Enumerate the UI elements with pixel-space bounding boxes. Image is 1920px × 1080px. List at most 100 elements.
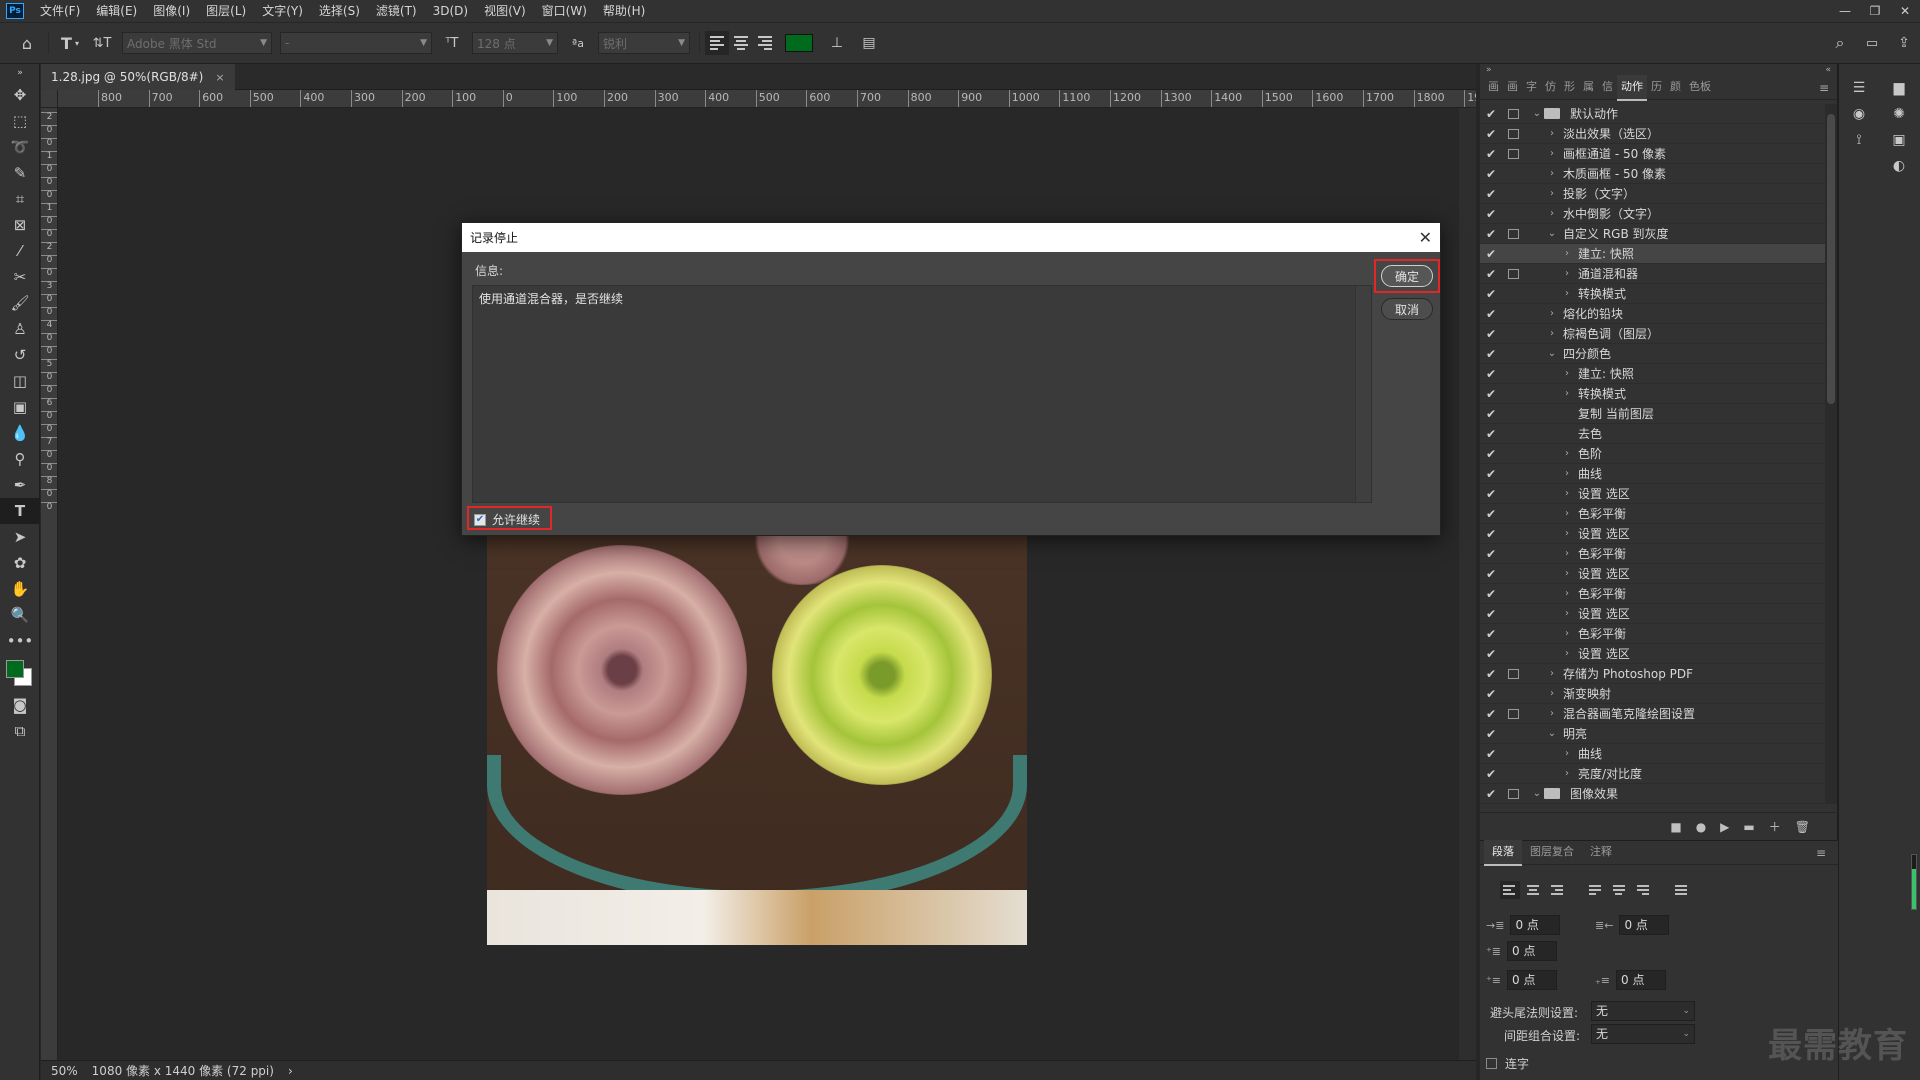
action-toggle-checkmark-icon[interactable]: ✔ [1480, 727, 1502, 741]
foreground-color[interactable] [6, 660, 24, 678]
healing-brush-tool-icon[interactable]: ✂ [0, 264, 40, 290]
dialog-toggle[interactable] [1502, 788, 1524, 799]
new-action-icon[interactable]: ＋ [1769, 818, 1781, 835]
dialog-toggle[interactable] [1502, 629, 1524, 639]
chevron-right-icon[interactable]: › [1560, 448, 1574, 459]
dialog-toggle[interactable] [1502, 549, 1524, 559]
panel-tab[interactable]: 动作 [1617, 74, 1647, 101]
new-set-icon[interactable]: ▬ [1743, 820, 1754, 834]
indent-right-input[interactable]: 0 点 [1619, 915, 1670, 935]
space-after-input[interactable]: 0 点 [1616, 970, 1667, 990]
dialog-toggle[interactable] [1502, 148, 1524, 159]
para-align-center-button[interactable] [1524, 881, 1544, 899]
justify-last-center-button[interactable] [1610, 881, 1630, 899]
frame-tool-icon[interactable]: ⊠ [0, 212, 40, 238]
share-icon[interactable]: ⇪ [1891, 30, 1917, 56]
action-row[interactable]: ✔ › 混合器画笔克隆绘图设置 [1480, 704, 1825, 724]
action-toggle-checkmark-icon[interactable]: ✔ [1480, 507, 1502, 521]
action-toggle-checkmark-icon[interactable]: ✔ [1480, 227, 1502, 241]
search-icon[interactable]: ⌕ [1827, 30, 1853, 56]
action-row[interactable]: ✔ › 色彩平衡 [1480, 584, 1825, 604]
brush-tool-icon[interactable]: 🖌 [0, 290, 40, 316]
action-toggle-checkmark-icon[interactable]: ✔ [1480, 547, 1502, 561]
action-row[interactable]: ✔ › 建立: 快照 [1480, 364, 1825, 384]
dialog-toggle[interactable] [1502, 209, 1524, 219]
align-center-button[interactable] [729, 31, 753, 55]
menu-item[interactable]: 图层(L) [198, 0, 254, 22]
home-icon[interactable]: ⌂ [14, 30, 40, 56]
action-toggle-checkmark-icon[interactable]: ✔ [1480, 107, 1502, 121]
action-toggle-checkmark-icon[interactable]: ✔ [1480, 567, 1502, 581]
dialog-toggle[interactable] [1502, 108, 1524, 119]
dialog-toggle[interactable] [1502, 268, 1524, 279]
chevron-right-icon[interactable]: › [1545, 128, 1559, 139]
chevron-right-icon[interactable]: › [1560, 608, 1574, 619]
chevron-right-icon[interactable]: › [1560, 768, 1574, 779]
justify-all-button[interactable] [1672, 881, 1692, 899]
menu-item[interactable]: 滤镜(T) [368, 0, 425, 22]
eraser-tool-icon[interactable]: ◫ [0, 368, 40, 394]
dialog-close-icon[interactable]: ✕ [1419, 228, 1432, 247]
action-row[interactable]: ✔ › 设置 选区 [1480, 484, 1825, 504]
panel-tab[interactable]: 仿 [1541, 75, 1560, 101]
panel-tab[interactable]: 历 [1647, 75, 1666, 101]
path-selection-tool-icon[interactable]: ➤ [0, 524, 40, 550]
chevron-right-icon[interactable]: › [1560, 528, 1574, 539]
action-toggle-checkmark-icon[interactable]: ✔ [1480, 467, 1502, 481]
chevron-right-icon[interactable]: › [1560, 468, 1574, 479]
action-list-scrollbar[interactable] [1825, 104, 1837, 804]
close-window-icon[interactable]: ✕ [1890, 0, 1920, 22]
warp-text-icon[interactable]: ⊥ [824, 30, 850, 56]
chevron-right-icon[interactable]: › [1560, 588, 1574, 599]
action-toggle-checkmark-icon[interactable]: ✔ [1480, 747, 1502, 761]
collapse-panels-icon[interactable]: « [1825, 64, 1831, 76]
play-icon[interactable]: ▶ [1720, 820, 1729, 834]
chevron-right-icon[interactable]: › [1545, 688, 1559, 699]
succulent-photo[interactable] [487, 535, 1027, 945]
panel-tab[interactable]: 画 [1503, 75, 1522, 101]
dialog-toggle[interactable] [1502, 769, 1524, 779]
indent-first-input[interactable]: 0 点 [1507, 941, 1558, 961]
action-row[interactable]: ✔ › 建立: 快照 [1480, 244, 1825, 264]
action-toggle-checkmark-icon[interactable]: ✔ [1480, 127, 1502, 141]
action-toggle-checkmark-icon[interactable]: ✔ [1480, 427, 1502, 441]
dialog-toggle[interactable] [1502, 289, 1524, 299]
delete-icon[interactable]: 🗑 [1795, 820, 1810, 834]
quick-selection-tool-icon[interactable]: ✎ [0, 160, 40, 186]
para-align-right-button[interactable] [1548, 881, 1568, 899]
canvas-vertical-scrollbar[interactable] [1459, 108, 1476, 1060]
toggle-orientation-icon[interactable]: ⇅T [89, 30, 115, 56]
action-row[interactable]: ✔ › 存储为 Photoshop PDF [1480, 664, 1825, 684]
action-row[interactable]: ✔ › 投影（文字） [1480, 184, 1825, 204]
action-row[interactable]: ✔ › 曲线 [1480, 744, 1825, 764]
chevron-right-icon[interactable]: › [1560, 248, 1574, 259]
type-tool-icon[interactable]: T [0, 498, 40, 524]
eyedropper-tool-icon[interactable]: ⁄ [0, 238, 40, 264]
action-row[interactable]: ✔ › 色彩平衡 [1480, 624, 1825, 644]
adjustments-icon[interactable]: ✺ [1883, 102, 1915, 126]
action-row[interactable]: ✔ › 淡出效果（选区） [1480, 124, 1825, 144]
hyphenate-checkbox[interactable]: 连字 [1486, 1055, 1529, 1072]
history-brush-tool-icon[interactable]: ↺ [0, 342, 40, 368]
action-toggle-checkmark-icon[interactable]: ✔ [1480, 627, 1502, 641]
scrollbar-thumb[interactable] [1827, 114, 1835, 404]
hand-tool-icon[interactable]: ✋ [0, 576, 40, 602]
collapse-toolbar-icon[interactable]: » [0, 64, 40, 82]
dialog-toggle[interactable] [1502, 489, 1524, 499]
action-toggle-checkmark-icon[interactable]: ✔ [1480, 607, 1502, 621]
action-row[interactable]: ✔ › 渐变映射 [1480, 684, 1825, 704]
action-row[interactable]: ✔ ⌄ 明亮 [1480, 724, 1825, 744]
action-toggle-checkmark-icon[interactable]: ✔ [1480, 407, 1502, 421]
ruler-origin[interactable] [41, 90, 58, 108]
action-row[interactable]: ✔ 复制 当前图层 [1480, 404, 1825, 424]
action-row[interactable]: ✔ 去色 [1480, 424, 1825, 444]
message-scrollbar[interactable] [1355, 286, 1371, 502]
action-toggle-checkmark-icon[interactable]: ✔ [1480, 187, 1502, 201]
action-row[interactable]: ✔ › 水中倒影（文字） [1480, 204, 1825, 224]
action-toggle-checkmark-icon[interactable]: ✔ [1480, 147, 1502, 161]
dialog-toggle[interactable] [1502, 529, 1524, 539]
dialog-toggle[interactable] [1502, 128, 1524, 139]
font-family-select[interactable]: Adobe 黑体 Std ▼ [122, 32, 272, 54]
chevron-down-icon[interactable]: ⌄ [1545, 228, 1559, 239]
panel-tab[interactable]: 字 [1522, 75, 1541, 101]
